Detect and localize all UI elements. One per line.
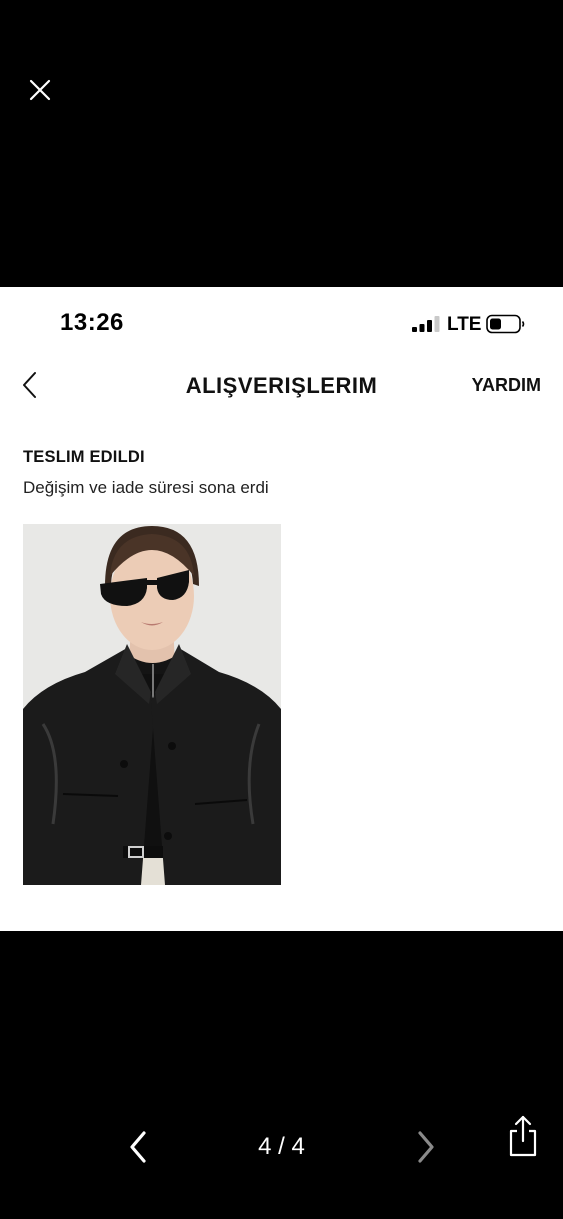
return-period-note: Değişim ve iade süresi sona erdi <box>23 478 269 497</box>
help-button[interactable]: YARDIM <box>472 375 541 396</box>
page-header: ALIŞVERIŞLERIM YARDIM <box>0 359 563 415</box>
cellular-signal-icon <box>412 316 440 332</box>
page-counter: 4 / 4 <box>258 1133 305 1160</box>
screenshot-card: 13:26 LTE ALIŞVERIŞLERIM YARDIM TESLIM E… <box>0 287 563 931</box>
status-time: 13:26 <box>60 309 124 336</box>
close-icon[interactable] <box>26 76 54 104</box>
share-icon[interactable] <box>505 1113 541 1159</box>
viewer-top-bar <box>0 0 563 287</box>
product-image[interactable] <box>23 524 281 885</box>
network-type: LTE <box>447 314 482 335</box>
chevron-right-icon[interactable] <box>412 1127 440 1167</box>
battery-icon <box>486 314 525 334</box>
status-bar: 13:26 LTE <box>0 287 563 359</box>
viewer-bottom-bar: 4 / 4 <box>0 931 563 1219</box>
order-status-label: TESLIM EDILDI <box>23 448 145 466</box>
